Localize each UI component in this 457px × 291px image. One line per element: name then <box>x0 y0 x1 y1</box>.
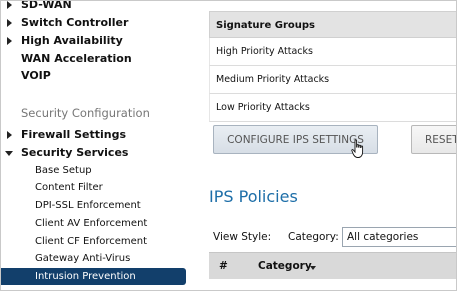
nav-item-label: VOIP <box>21 69 51 82</box>
hand-cursor-icon <box>351 139 364 158</box>
column-header-number[interactable]: # <box>219 260 228 272</box>
sidebar-item-base-setup[interactable]: Base Setup <box>0 162 186 179</box>
nav-item-label: SD-WAN <box>21 0 72 11</box>
sidebar-item-client-av-enforcement[interactable]: Client AV Enforcement <box>0 215 186 232</box>
policies-table-header: # Category <box>209 252 457 279</box>
sidebar-item-gateway-anti-virus[interactable]: Gateway Anti-Virus <box>0 250 186 267</box>
signature-groups-header: Signature Groups <box>209 11 457 38</box>
sidebar-item-dpi-ssl-enforcement[interactable]: DPI-SSL Enforcement <box>0 197 186 214</box>
signature-groups-table: Signature Groups High Priority Attacks M… <box>209 11 457 122</box>
category-select[interactable]: All categories <box>342 227 457 247</box>
sidebar-item-label: Intrusion Prevention <box>35 271 136 282</box>
nav-item-label: Firewall Settings <box>21 128 127 141</box>
sidebar-item-label: Gateway Anti-Virus <box>35 253 131 264</box>
nav-item-label: Switch Controller <box>21 16 129 29</box>
sidebar-nav: SD-WAN Switch Controller High Availabili… <box>0 0 192 291</box>
sidebar-item-label: Client AV Enforcement <box>35 218 148 229</box>
main-content: Signature Groups High Priority Attacks M… <box>192 0 457 291</box>
collapse-arrow-icon <box>5 151 13 156</box>
category-label: Category: <box>288 231 339 243</box>
sidebar-item-label: DPI-SSL Enforcement <box>35 200 141 211</box>
nav-item-label: Security Services <box>21 146 129 159</box>
sidebar-item-content-filter[interactable]: Content Filter <box>0 179 186 196</box>
sort-descending-icon[interactable] <box>310 266 316 270</box>
signature-group-row[interactable]: High Priority Attacks <box>209 38 457 66</box>
sidebar-item-intrusion-prevention[interactable]: Intrusion Prevention <box>0 268 186 285</box>
view-style-label: View Style: <box>213 231 272 243</box>
expand-arrow-icon <box>7 19 12 27</box>
expand-arrow-icon <box>7 37 12 45</box>
sidebar-item-client-cf-enforcement[interactable]: Client CF Enforcement <box>0 233 186 250</box>
nav-item-label: WAN Acceleration <box>21 52 132 65</box>
nav-item-label: High Availability <box>21 34 123 47</box>
signature-group-row[interactable]: Medium Priority Attacks <box>209 66 457 94</box>
ips-policies-title: IPS Policies <box>209 187 298 206</box>
section-title: Security Configuration <box>21 106 150 120</box>
expand-arrow-icon <box>7 1 12 9</box>
expand-arrow-icon <box>7 131 12 139</box>
signature-group-row[interactable]: Low Priority Attacks <box>209 94 457 122</box>
sidebar-item-label: Base Setup <box>35 165 92 176</box>
column-header-category[interactable]: Category <box>258 260 312 272</box>
reset-button[interactable]: RESET <box>411 125 457 154</box>
sidebar-item-label: Client CF Enforcement <box>35 236 148 247</box>
sidebar-item-label: Content Filter <box>35 182 103 193</box>
